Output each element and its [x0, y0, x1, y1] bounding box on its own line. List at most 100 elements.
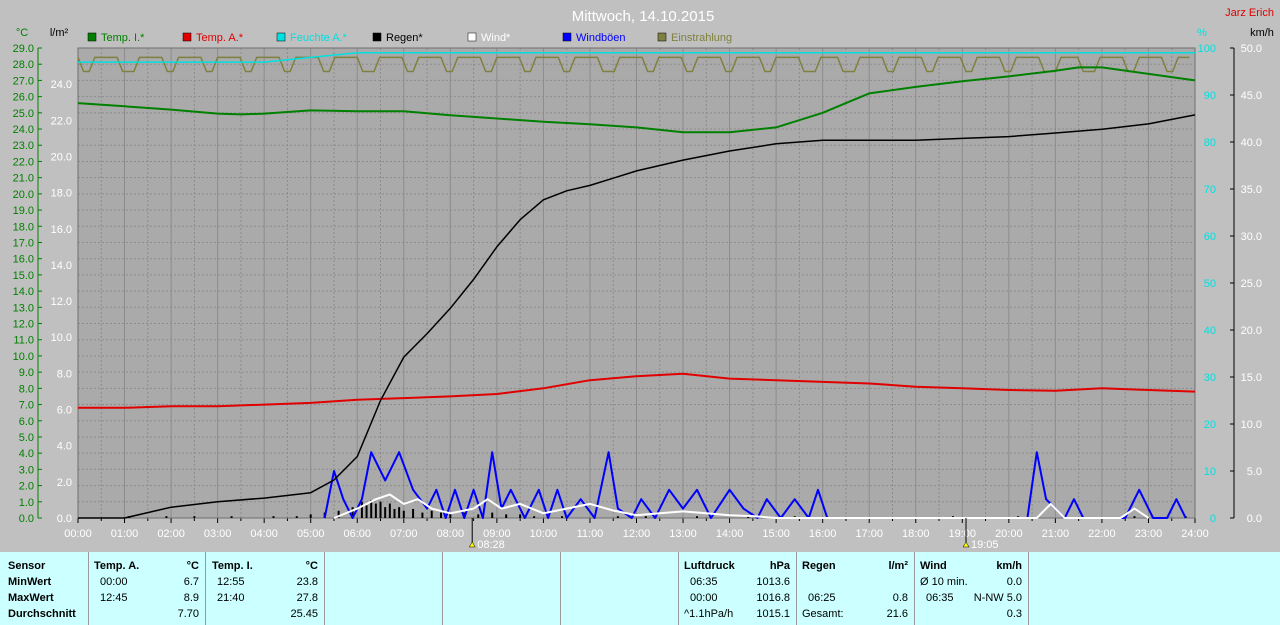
rain-tick-label: 12.0 — [51, 296, 72, 308]
temp-tick-label: 5.0 — [19, 432, 34, 444]
rain-bar — [374, 503, 377, 518]
luftdruck-unit: hPa — [769, 560, 790, 572]
wind-max-time: 06:35 — [926, 592, 954, 604]
temp-tick-label: 26.0 — [13, 92, 34, 104]
luftdruck-header: Luftdruck — [684, 560, 735, 572]
temp-tick-label: 17.0 — [13, 237, 34, 249]
x-tick-label: 01:00 — [111, 528, 139, 540]
humidity-tick-label: 30 — [1204, 372, 1216, 384]
temp-i-header: Temp. I. — [212, 560, 253, 572]
x-tick-label: 02:00 — [157, 528, 185, 540]
temp-tick-label: 1.0 — [19, 497, 34, 509]
temp-tick-label: 11.0 — [13, 335, 34, 347]
rain-bar — [412, 508, 415, 518]
rain-tick-label: 8.0 — [57, 368, 72, 380]
x-tick-label: 13:00 — [669, 528, 697, 540]
col-empty-3 — [560, 552, 679, 625]
legend-label: Wind* — [481, 32, 511, 44]
temp-i-min-time: 12:55 — [217, 576, 245, 588]
col-wind: Wind km/h Ø 10 min. 0.0 06:35 N-NW 5.0 0… — [914, 552, 1029, 625]
temp-tick-label: 4.0 — [19, 448, 34, 460]
humidity-tick-label: 70 — [1204, 184, 1216, 196]
temp-tick-label: 28.0 — [13, 59, 34, 71]
humidity-tick-label: 40 — [1204, 325, 1216, 337]
rain-bar — [309, 514, 312, 518]
x-tick-label: 06:00 — [343, 528, 371, 540]
temp-tick-label: 24.0 — [13, 124, 34, 136]
temp-tick-label: 14.0 — [13, 286, 34, 298]
temp-tick-label: 2.0 — [19, 481, 34, 493]
rain-bar — [505, 514, 508, 518]
x-tick-label: 21:00 — [1042, 528, 1070, 540]
wind-tick-label: 35.0 — [1241, 184, 1262, 196]
wind-max-value: N-NW 5.0 — [973, 592, 1022, 604]
regen-max-time: 06:25 — [808, 592, 836, 604]
rain-bar — [421, 512, 424, 518]
regen-total-label: Gesamt: — [802, 608, 844, 620]
rain-bar — [193, 516, 196, 518]
rain-bar — [696, 516, 699, 518]
wind-tick-label: 30.0 — [1241, 231, 1262, 243]
x-tick-label: 18:00 — [902, 528, 930, 540]
legend-label: Einstrahlung — [671, 32, 732, 44]
rain-bar — [295, 516, 298, 518]
temp-tick-label: 12.0 — [13, 319, 34, 331]
col-luftdruck: Luftdruck hPa 06:35 1013.6 00:00 1016.8 … — [678, 552, 797, 625]
x-tick-label: 10:00 — [530, 528, 558, 540]
temp-tick-label: 13.0 — [13, 302, 34, 314]
rain-bar — [365, 505, 368, 518]
wind-tick-label: 0.0 — [1247, 513, 1262, 525]
legend-label: Feuchte A.* — [290, 32, 348, 44]
temp-tick-label: 10.0 — [13, 351, 34, 363]
rain-bar — [360, 501, 363, 518]
luftdruck-trend: ^1.1hPa/h — [684, 608, 734, 620]
legend-label: Temp. I.* — [101, 32, 145, 44]
temp-tick-label: 22.0 — [13, 156, 34, 168]
rain-tick-label: 0.0 — [57, 513, 72, 525]
regen-unit: l/m² — [888, 560, 908, 572]
wind-avg10-value: 0.0 — [1006, 576, 1022, 588]
luftdruck-min-value: 1013.6 — [756, 576, 790, 588]
x-tick-label: 07:00 — [390, 528, 418, 540]
temp-a-max-value: 8.9 — [183, 592, 199, 604]
rain-tick-label: 14.0 — [51, 260, 72, 272]
x-tick-label: 22:00 — [1088, 528, 1116, 540]
rain-bar — [533, 516, 536, 518]
rain-tick-label: 22.0 — [51, 115, 72, 127]
rain-bar — [430, 510, 433, 518]
x-tick-label: 08:00 — [437, 528, 465, 540]
col-temp-a: Temp. A. °C 00:00 6.7 12:45 8.9 7.70 — [88, 552, 206, 625]
temp-tick-label: 21.0 — [13, 173, 34, 185]
humidity-tick-label: 10 — [1204, 466, 1216, 478]
rain-bar — [165, 516, 168, 518]
sun-icon — [468, 541, 476, 548]
author-label: Jarz Erich — [1225, 7, 1274, 19]
temp-tick-label: 15.0 — [13, 270, 34, 282]
x-tick-label: 05:00 — [297, 528, 325, 540]
x-tick-label: 03:00 — [204, 528, 232, 540]
legend-swatch — [87, 32, 97, 42]
rain-bar — [398, 507, 401, 518]
col-sensor: Sensor MinWert MaxWert Durchschnitt — [0, 552, 89, 625]
rain-bar — [393, 508, 396, 518]
temp-a-min-time: 00:00 — [100, 576, 128, 588]
chart-title: Mittwoch, 14.10.2015 — [572, 8, 715, 25]
temp-tick-label: 29.0 — [13, 43, 34, 55]
regen-total-value: 21.6 — [886, 608, 908, 620]
legend-swatch — [467, 32, 477, 42]
sun-icon — [962, 541, 970, 548]
temp-tick-label: 9.0 — [19, 367, 34, 379]
rain-tick-label: 4.0 — [57, 441, 72, 453]
chart-legend: Temp. I.* Temp. A.* Feuchte A.* Regen* Wind*… — [87, 32, 732, 44]
temp-tick-label: 0.0 — [19, 513, 34, 525]
temp-a-max-time: 12:45 — [100, 592, 128, 604]
rain-bar — [440, 512, 443, 518]
rain-tick-label: 6.0 — [57, 405, 72, 417]
time-marker-label: 19:05 — [971, 539, 999, 551]
wind-tick-label: 5.0 — [1247, 466, 1262, 478]
row-label-min: MinWert — [8, 576, 52, 588]
temp-tick-label: 7.0 — [19, 400, 34, 412]
col-empty-1 — [324, 552, 443, 625]
rain-tick-label: 18.0 — [51, 188, 72, 200]
rain-tick-label: 10.0 — [51, 332, 72, 344]
